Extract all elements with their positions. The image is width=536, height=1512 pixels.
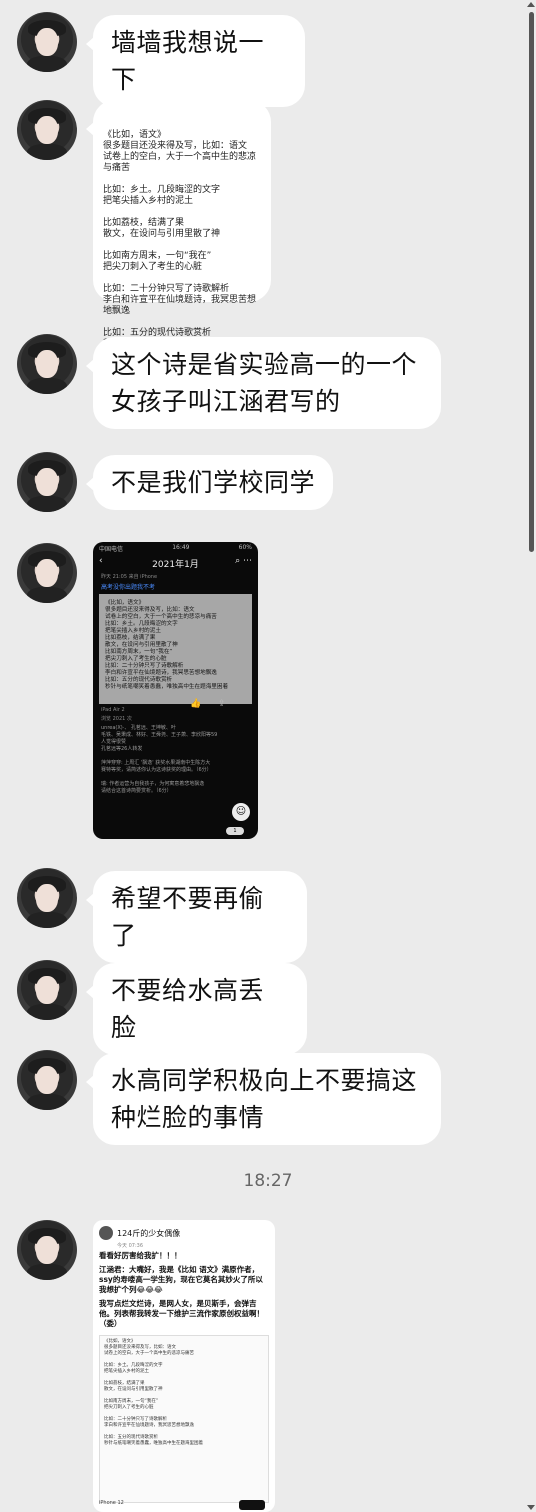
message-bubble[interactable]: 不是我们学校同学 <box>86 455 333 510</box>
avatar[interactable] <box>17 543 77 603</box>
battery-label: 60% <box>238 544 252 551</box>
message-bubble[interactable]: 这个诗是省实验高一的一个女孩子叫江涵君写的 <box>86 337 441 429</box>
face-icon: ☺ <box>232 803 250 821</box>
views-label: 浏览 2021 次 <box>101 716 132 722</box>
message-text: 墙墙我想说一下 <box>111 28 265 94</box>
poem-card: 《比如，语文》 很多题目还没来得及写，比如：语文 试卷上的空白，大于一个高中生的… <box>99 594 252 704</box>
post-time: 今天 07:36 <box>117 1243 143 1249</box>
scroll-up-arrow[interactable] <box>527 2 535 7</box>
avatar[interactable] <box>17 1220 77 1280</box>
avatar[interactable] <box>17 1050 77 1110</box>
like-icon: 👍 <box>190 699 202 709</box>
poem-image-message[interactable]: 《比如，语文》 很多题目还没来得及写，比如：语文 试卷上的空白，大于一个高中生的… <box>86 100 271 360</box>
post-line: 江涵君：大嘴好，我是《比如 语文》满原作者，ssy的寿喽高一学生狗，现在它莫名其… <box>99 1265 263 1294</box>
message-text: 水高同学积极向上不要搞这种烂脸的事情 <box>111 1066 418 1132</box>
avatar[interactable] <box>17 334 77 394</box>
phone-nav-bar: ‹ 2021年1月 ⌕ ⋯ <box>93 555 258 572</box>
poster-name: 124斤的少女偶像 <box>117 1228 181 1238</box>
bottom-bar <box>239 1500 265 1510</box>
page-pill: 1 <box>226 827 244 835</box>
message-text: 不要给水高丢脸 <box>111 976 265 1042</box>
avatar[interactable] <box>17 960 77 1020</box>
back-icon: ‹ <box>99 556 103 566</box>
scroll-down-arrow[interactable] <box>527 1505 535 1510</box>
timestamp: 18:27 <box>243 1171 293 1191</box>
avatar[interactable] <box>17 452 77 512</box>
nav-title: 2021年1月 <box>152 560 199 570</box>
screenshot-image-message[interactable]: 中国电信 16:49 60% ‹ 2021年1月 ⌕ ⋯ 昨天 21:05 来自… <box>93 542 258 839</box>
post-screenshot-message[interactable]: 124斤的少女偶像 今天 07:36 看看好厉害给我扩！！！ 江涵君：大嘴好，我… <box>93 1220 275 1512</box>
post-line: 看看好厉害给我扩！！！ <box>99 1251 182 1260</box>
poem-text: 《比如，语文》 很多题目还没来得及写，比如：语文 试卷上的空白，大于一个高中生的… <box>103 130 257 360</box>
device-label: iPhone 12 <box>99 1500 124 1506</box>
scrollbar-thumb[interactable] <box>529 12 534 552</box>
message-text: 希望不要再偷了 <box>111 884 265 950</box>
message-bubble[interactable]: 希望不要再偷了 <box>86 871 307 963</box>
avatar[interactable] <box>17 868 77 928</box>
message-bubble[interactable]: 墙墙我想说一下 <box>86 15 305 107</box>
carrier-label: 中国电信 <box>99 546 124 553</box>
message-bubble[interactable]: 水高同学积极向上不要搞这种烂脸的事情 <box>86 1053 441 1145</box>
likes-and-comments: unrea(X)·、 孔茗远、王坤敏、叶 毛铁、吴秉成、林好、王舜尧、王子萧、李… <box>101 725 218 794</box>
embedded-poem-screenshot: 《比如，语文》 很多题目还没来得及写，比如：语文 试卷上的空白，大于一个高中生的… <box>99 1335 269 1503</box>
avatar <box>99 1226 113 1240</box>
avatar[interactable] <box>17 100 77 160</box>
share-icon: ⇪ <box>218 699 226 709</box>
topic-link: 高考没你出题我不考 <box>101 584 156 591</box>
post-header: 124斤的少女偶像 <box>93 1220 275 1242</box>
avatar[interactable] <box>17 12 77 72</box>
post-line: 我写点烂文烂诗，是网人女，是贝斯手，会弹吉他。列表帮我转发一下维护三流作家原创权… <box>99 1299 264 1328</box>
post-meta: 昨天 21:05 来自 iPhone <box>101 574 158 580</box>
search-icon: ⌕ ⋯ <box>235 556 252 566</box>
message-text: 不是我们学校同学 <box>111 468 316 497</box>
message-text: 这个诗是省实验高一的一个女孩子叫江涵君写的 <box>111 350 418 416</box>
status-time: 16:49 <box>172 544 190 551</box>
device-label: iPad Air 2 <box>101 707 125 713</box>
message-bubble[interactable]: 不要给水高丢脸 <box>86 963 307 1055</box>
phone-status-bar: 中国电信 16:49 60% <box>93 542 258 555</box>
